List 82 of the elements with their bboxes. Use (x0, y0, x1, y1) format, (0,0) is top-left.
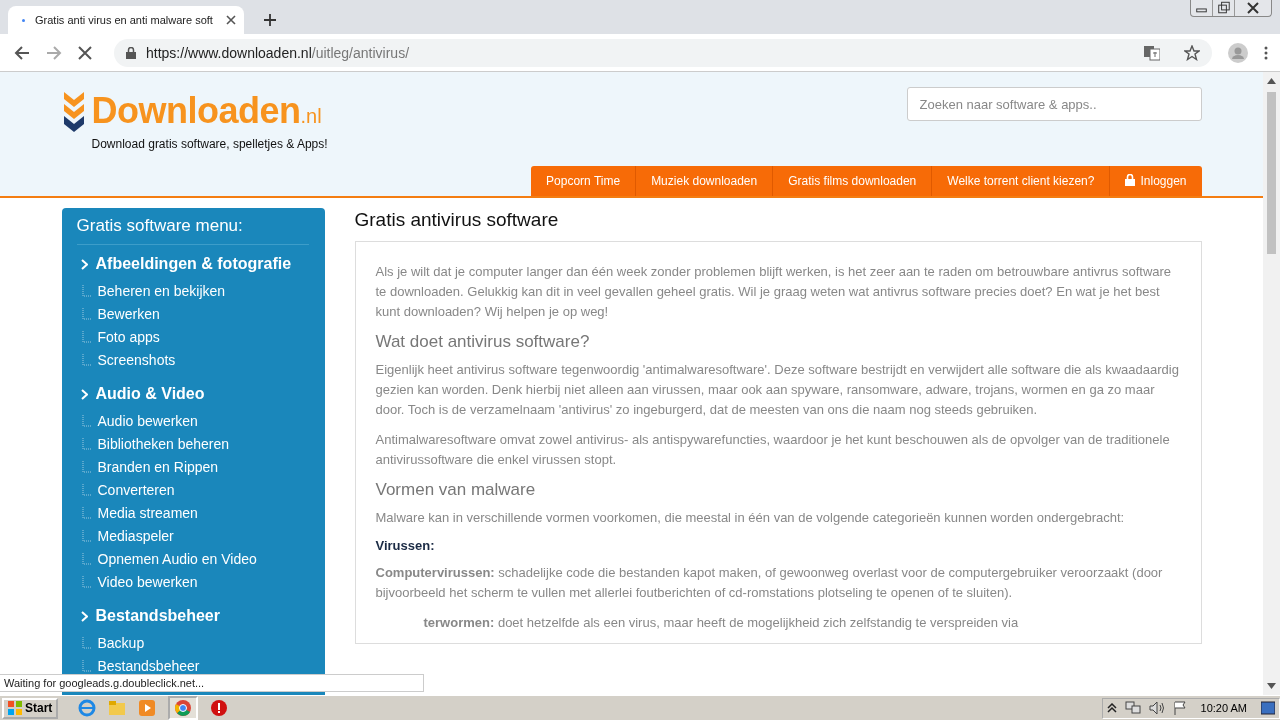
tree-line-icon (81, 414, 92, 427)
plus-icon[interactable] (264, 14, 276, 26)
stop-icon[interactable] (78, 45, 92, 60)
scrollbar-thumb[interactable] (1267, 92, 1276, 254)
scroll-up-icon[interactable] (1267, 78, 1276, 84)
paragraph: Als je wilt dat je computer langer dan één week zonder problemen blijft werken, is het zeer aan te raden om betrouwbare antivrus software te downloaden. Gelukkig kan dit in veel gevallen geheel gratis. Wil je graag weten wat antivrus software precies doet? En wat je het best kunt downloaden? Wij helpen je op weg! (375, 263, 1173, 321)
paragraph: Eigenlijk heet antivirus software tegenwoordig 'antimalwaresoftware'. Deze software bestrijdt en verwijdert alle software die als kwaadaardig gezien kan worden. Denk hierbij niet alleen aan virussen, maar ook aan spyware, ransomware, adware, trojans, wormen en ga zo maar door. Toch is de verzamelnaam 'antivirus' zo ingeburgerd, dat de meesten van ons die naam nog steeds gebruiken. (375, 361, 1180, 419)
paragraph: Computervirussen: schadelijke code die bestanden kapot maken, of gewoonweg overlast voor de computergebruiker veroorzaakt (door bijvoorbeeld het scherm te vullen met allerlei foutberichten of cd-romstations plotseling te openen of te sluiten). (375, 564, 1164, 602)
sidebar-item[interactable]: Beheren en bekijken (97, 282, 226, 299)
browser-tab[interactable]: Gratis anti virus en anti malware soft (8, 6, 244, 34)
menu-icon[interactable] (1264, 45, 1268, 60)
sidebar-item[interactable]: Screenshots (97, 351, 176, 368)
tree-line-icon (81, 307, 92, 320)
tree-line-icon (81, 437, 92, 450)
sidebar-item[interactable]: Bibliotheken beheren (97, 435, 230, 452)
avatar-icon[interactable] (1228, 42, 1248, 63)
sidebar-item[interactable]: Video bewerken (97, 573, 198, 590)
sidebar-title: Gratis software menu: (76, 216, 309, 245)
windows-logo-icon (8, 701, 22, 715)
nav-link[interactable]: Popcorn Time (531, 166, 637, 196)
network-icon[interactable] (1124, 701, 1141, 715)
tree-line-icon (81, 460, 92, 473)
back-icon[interactable] (14, 44, 30, 61)
address-bar[interactable]: https://www.downloaden.nl/uitleg/antivirus/ (114, 38, 1212, 67)
flag-icon[interactable] (1172, 701, 1187, 715)
lock-icon (126, 46, 136, 59)
speaker-icon[interactable] (1148, 701, 1165, 715)
nav-link[interactable]: Muziek downloaden (636, 166, 774, 196)
category-label: Virussen: (375, 538, 436, 553)
sidebar-category[interactable]: Bestandsbeheer (80, 605, 309, 627)
nav-link[interactable]: Inloggen (1110, 166, 1202, 196)
sidebar-item[interactable]: Opnemen Audio en Video (97, 550, 257, 567)
taskbar-button[interactable] (168, 696, 199, 720)
article-title: Gratis antivirus software (354, 208, 560, 231)
sidebar-item[interactable]: Media streamen (97, 504, 198, 521)
nav-link[interactable]: Welke torrent client kiezen? (932, 166, 1111, 196)
tree-line-icon (81, 552, 92, 565)
sidebar-item[interactable]: Bewerken (97, 305, 160, 322)
status-bubble: Waiting for googleads.g.doubleclick.net... (0, 674, 424, 692)
sidebar-item[interactable]: Audio bewerken (97, 412, 198, 429)
tree-line-icon (81, 483, 92, 496)
sidebar-item[interactable]: Converteren (97, 481, 175, 498)
start-button[interactable]: Start (2, 697, 59, 719)
translate-icon[interactable] (1144, 44, 1160, 61)
chevron-icon (80, 388, 88, 400)
tree-line-icon (81, 284, 92, 297)
nav-link[interactable]: Gratis films downloaden (773, 166, 933, 196)
lock-icon (1125, 174, 1136, 186)
site-logo[interactable]: Downloaden.nl (91, 92, 328, 135)
chrome-icon (174, 699, 193, 717)
paragraph: terwormen: doet hetzelfde als een virus, maar heeft de mogelijkheid zich zelfstandig te verspreiden via (422, 614, 1020, 632)
sidebar-item[interactable]: Foto apps (97, 328, 160, 345)
tree-line-icon (81, 353, 92, 366)
stop-sign-icon[interactable] (210, 699, 229, 717)
section-heading: Vormen van malware (375, 480, 537, 500)
sidebar-category[interactable]: Audio & Video (80, 383, 309, 405)
tree-line-icon (81, 636, 92, 649)
tree-line-icon (81, 330, 92, 343)
scroll-down-icon[interactable] (1267, 683, 1276, 689)
sidebar-category[interactable]: Afbeeldingen & fotografie (80, 253, 309, 275)
sidebar-item[interactable]: Backup (97, 634, 145, 651)
close-icon[interactable] (226, 15, 236, 25)
tree-line-icon (81, 506, 92, 519)
tree-line-icon (81, 529, 92, 542)
url-text: https://www.downloaden.nl/uitleg/antivirus/ (146, 44, 410, 61)
tagline: Download gratis software, spelletjes & Apps! (91, 137, 328, 151)
clock: 10:20 AM (1200, 702, 1247, 714)
logo-chevrons-icon[interactable] (63, 92, 84, 132)
tree-line-icon (81, 659, 92, 672)
section-heading: Wat doet antivirus software? (375, 332, 591, 352)
sidebar-item[interactable]: Mediaspeler (97, 527, 174, 544)
tree-line-icon (81, 575, 92, 588)
scrollbar[interactable] (1263, 72, 1280, 695)
paragraph: Malware kan in verschillende vormen voorkomen, die meestal in één van de volgende categorieën kunnen worden ondergebracht: (375, 509, 1126, 527)
chevron-icon (80, 610, 88, 622)
chevron-up-icon[interactable] (1106, 703, 1117, 713)
paragraph: Antimalwaresoftware omvat zowel antivirus- als antispywarefuncties, waardoor je het kunt beschouwen als de opvolger van de traditionele antivirussoftware die enkel virussen stopt. (375, 431, 1171, 469)
sidebar-item[interactable]: Branden en Rippen (97, 458, 219, 475)
sidebar-item[interactable]: Bestandsbeheer (97, 657, 200, 674)
search-field[interactable]: Zoeken naar software & apps.. (906, 87, 1202, 121)
star-icon[interactable] (1184, 44, 1200, 61)
chevron-icon (80, 258, 88, 270)
